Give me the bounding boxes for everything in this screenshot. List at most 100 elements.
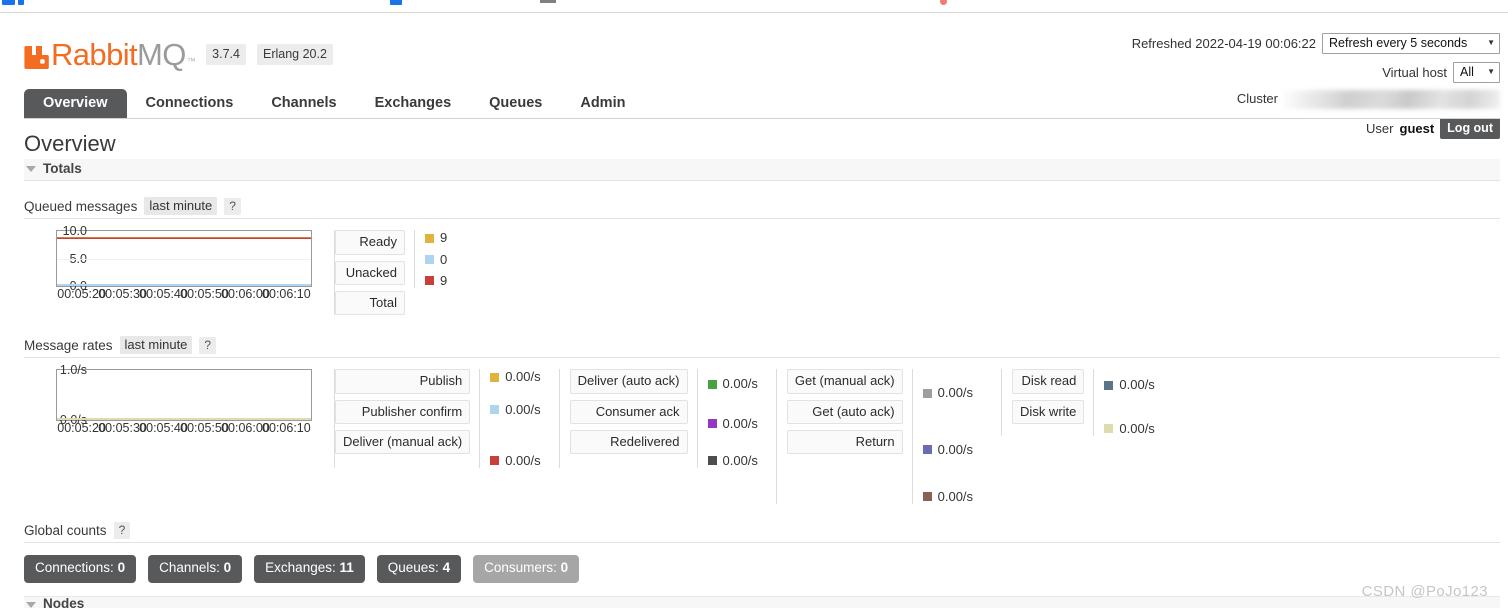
count-badge-exchanges[interactable]: Exchanges: 11 xyxy=(254,555,365,583)
count-value: 0 xyxy=(117,560,126,576)
legend-value-disk-read: 0.00/s xyxy=(1104,377,1155,392)
legend-value-text: 0.00/s xyxy=(505,401,541,417)
y-tick-label: 10.0 xyxy=(62,224,87,239)
legend-value-ready: 9 xyxy=(425,230,447,245)
overview-content: Overview Totals Queued messages last min… xyxy=(0,131,1508,608)
count-label: Queues: xyxy=(387,560,439,576)
legend-value-deliver-manual-ack: 0.00/s xyxy=(490,453,541,468)
legend-value-redelivered: 0.00/s xyxy=(707,453,758,468)
count-badge-queues[interactable]: Queues: 4 xyxy=(376,555,462,583)
legend-swatch-consumer-ack xyxy=(707,418,717,428)
legend-value-text: 0.00/s xyxy=(937,489,974,505)
tab-admin[interactable]: Admin xyxy=(561,89,644,119)
legend-button-publish[interactable]: Publish xyxy=(335,369,471,394)
legend-swatch-return xyxy=(922,492,932,502)
refresh-interval-value: Refresh every 5 seconds xyxy=(1329,35,1468,50)
rates-legend-buttons-4: Disk read Disk write xyxy=(1002,369,1093,425)
tab-channels[interactable]: Channels xyxy=(252,89,355,119)
message-rates-help-icon[interactable]: ? xyxy=(199,336,217,354)
count-badge-connections[interactable]: Connections: 0 xyxy=(24,555,137,583)
legend-swatch-ready xyxy=(425,233,434,243)
legend-value-text: 0.00/s xyxy=(722,376,758,392)
rabbitmq-logo[interactable]: Rabbit MQ ™ xyxy=(24,39,196,70)
tab-connections[interactable]: Connections xyxy=(127,89,253,119)
message-rates-range-toggle[interactable]: last minute xyxy=(119,336,193,355)
queued-messages-chart: 10.0 5.0 0.0 00:05:20 00:05:30 00:05:40 … xyxy=(24,225,312,304)
legend-value-get-manual-ack: 0.00/s xyxy=(922,385,974,401)
legend-value-unacked: 0 xyxy=(425,252,447,267)
vhost-select[interactable]: All ▼ xyxy=(1453,62,1500,83)
legend-button-return[interactable]: Return xyxy=(786,430,903,455)
legend-button-redelivered[interactable]: Redelivered xyxy=(569,430,688,455)
global-counts-help-icon[interactable]: ? xyxy=(113,522,131,540)
rates-legend-buttons-1: Publish Publisher confirm Deliver (manua… xyxy=(335,369,479,455)
rates-legend-values-4: 0.00/s 0.00/s xyxy=(1093,369,1155,437)
legend-swatch-deliver-auto-ack xyxy=(707,379,717,389)
legend-value-text: 9 xyxy=(440,230,448,246)
series-line-ready xyxy=(57,236,311,238)
rates-legend-buttons-3: Get (manual ack) Get (auto ack) Return xyxy=(777,369,912,455)
bookmark-icon[interactable] xyxy=(18,0,24,5)
tab-favicon-icon[interactable] xyxy=(540,0,556,3)
series-line-zero-rates xyxy=(57,418,311,421)
tab-overview[interactable]: Overview xyxy=(24,88,127,118)
refresh-interval-select[interactable]: Refresh every 5 seconds ▼ xyxy=(1322,33,1500,54)
bookmark-icon[interactable] xyxy=(390,0,402,5)
queued-messages-help-icon[interactable]: ? xyxy=(224,197,241,215)
global-counts-title: Global counts xyxy=(24,523,107,539)
refresh-row: Refreshed 2022-04-19 00:06:22 Refresh ev… xyxy=(1132,33,1500,54)
rates-legend-buttons-2: Deliver (auto ack) Consumer ack Redelive… xyxy=(560,369,697,455)
legend-swatch-redelivered xyxy=(707,456,717,466)
count-badge-channels[interactable]: Channels: 0 xyxy=(148,555,243,583)
message-rates-chart-block: 1.0/s 0.0/s 00:05:20 00:05:30 00:05:40 0… xyxy=(24,364,1500,505)
queued-messages-x-axis: 00:05:20 00:05:30 00:05:40 00:05:50 00:0… xyxy=(56,288,312,304)
legend-value-publish: 0.00/s xyxy=(490,369,541,385)
x-tick-label: 00:06:10 xyxy=(262,287,311,302)
legend-button-ready[interactable]: Ready xyxy=(335,230,405,255)
legend-button-deliver-auto-ack[interactable]: Deliver (auto ack) xyxy=(569,369,688,394)
tab-queues[interactable]: Queues xyxy=(470,89,561,119)
count-value: 0 xyxy=(560,560,569,576)
legend-button-disk-read[interactable]: Disk read xyxy=(1012,369,1085,394)
queued-messages-title: Queued messages xyxy=(24,198,138,214)
x-tick-label: 00:06:10 xyxy=(262,421,311,436)
collapse-triangle-icon[interactable] xyxy=(26,166,36,173)
legend-value-text: 0.00/s xyxy=(937,385,974,401)
legend-button-get-auto-ack[interactable]: Get (auto ack) xyxy=(786,399,903,425)
legend-value-return: 0.00/s xyxy=(922,489,974,505)
legend-swatch-disk-read xyxy=(1104,380,1114,390)
tab-exchanges[interactable]: Exchanges xyxy=(356,89,471,119)
legend-button-total[interactable]: Total xyxy=(335,291,405,316)
count-label: Connections: xyxy=(35,560,114,576)
legend-button-publisher-confirm[interactable]: Publisher confirm xyxy=(335,399,471,425)
rates-legend-values-3: 0.00/s 0.00/s 0.00/s xyxy=(911,369,974,505)
vhost-label: Virtual host xyxy=(1382,65,1447,80)
rates-legend-group-disk: Disk read Disk write 0.00/s 0.00/s xyxy=(1001,369,1155,437)
queued-legend-buttons: Ready Unacked Total xyxy=(335,230,414,316)
queued-messages-range-toggle[interactable]: last minute xyxy=(144,197,218,216)
queued-messages-legend: Ready Unacked Total 9 0 9 xyxy=(334,230,447,316)
nodes-section-header: Nodes xyxy=(24,595,1500,608)
legend-value-text: 0.00/s xyxy=(505,369,541,385)
bookmark-icon[interactable] xyxy=(2,0,15,5)
rates-legend-group-publish: Publish Publisher confirm Deliver (manua… xyxy=(334,369,541,469)
queued-messages-chart-block: 10.0 5.0 0.0 00:05:20 00:05:30 00:05:40 … xyxy=(24,225,1500,316)
brand-area: Rabbit MQ ™ 3.7.4 Erlang 20.2 xyxy=(24,39,333,70)
legend-button-deliver-manual-ack[interactable]: Deliver (manual ack) xyxy=(335,430,471,455)
legend-swatch-publisher-confirm xyxy=(490,404,500,414)
legend-value-deliver-auto-ack: 0.00/s xyxy=(707,376,758,392)
collapse-triangle-icon[interactable] xyxy=(26,601,36,608)
count-value: 4 xyxy=(442,560,451,576)
legend-button-unacked[interactable]: Unacked xyxy=(335,260,405,286)
count-value: 0 xyxy=(223,560,232,576)
nodes-section-title: Nodes xyxy=(43,596,85,608)
global-counts-header: Global counts ? xyxy=(24,522,1500,544)
legend-button-disk-write[interactable]: Disk write xyxy=(1012,399,1085,425)
legend-swatch-unacked xyxy=(425,254,434,264)
legend-button-get-manual-ack[interactable]: Get (manual ack) xyxy=(786,369,903,394)
queued-messages-plot-area: 10.0 5.0 0.0 xyxy=(56,225,312,292)
count-badge-consumers[interactable]: Consumers: 0 xyxy=(473,555,580,583)
legend-value-text: 0 xyxy=(440,251,448,267)
y-tick-label: 1.0/s xyxy=(59,363,87,378)
legend-button-consumer-ack[interactable]: Consumer ack xyxy=(569,399,688,425)
